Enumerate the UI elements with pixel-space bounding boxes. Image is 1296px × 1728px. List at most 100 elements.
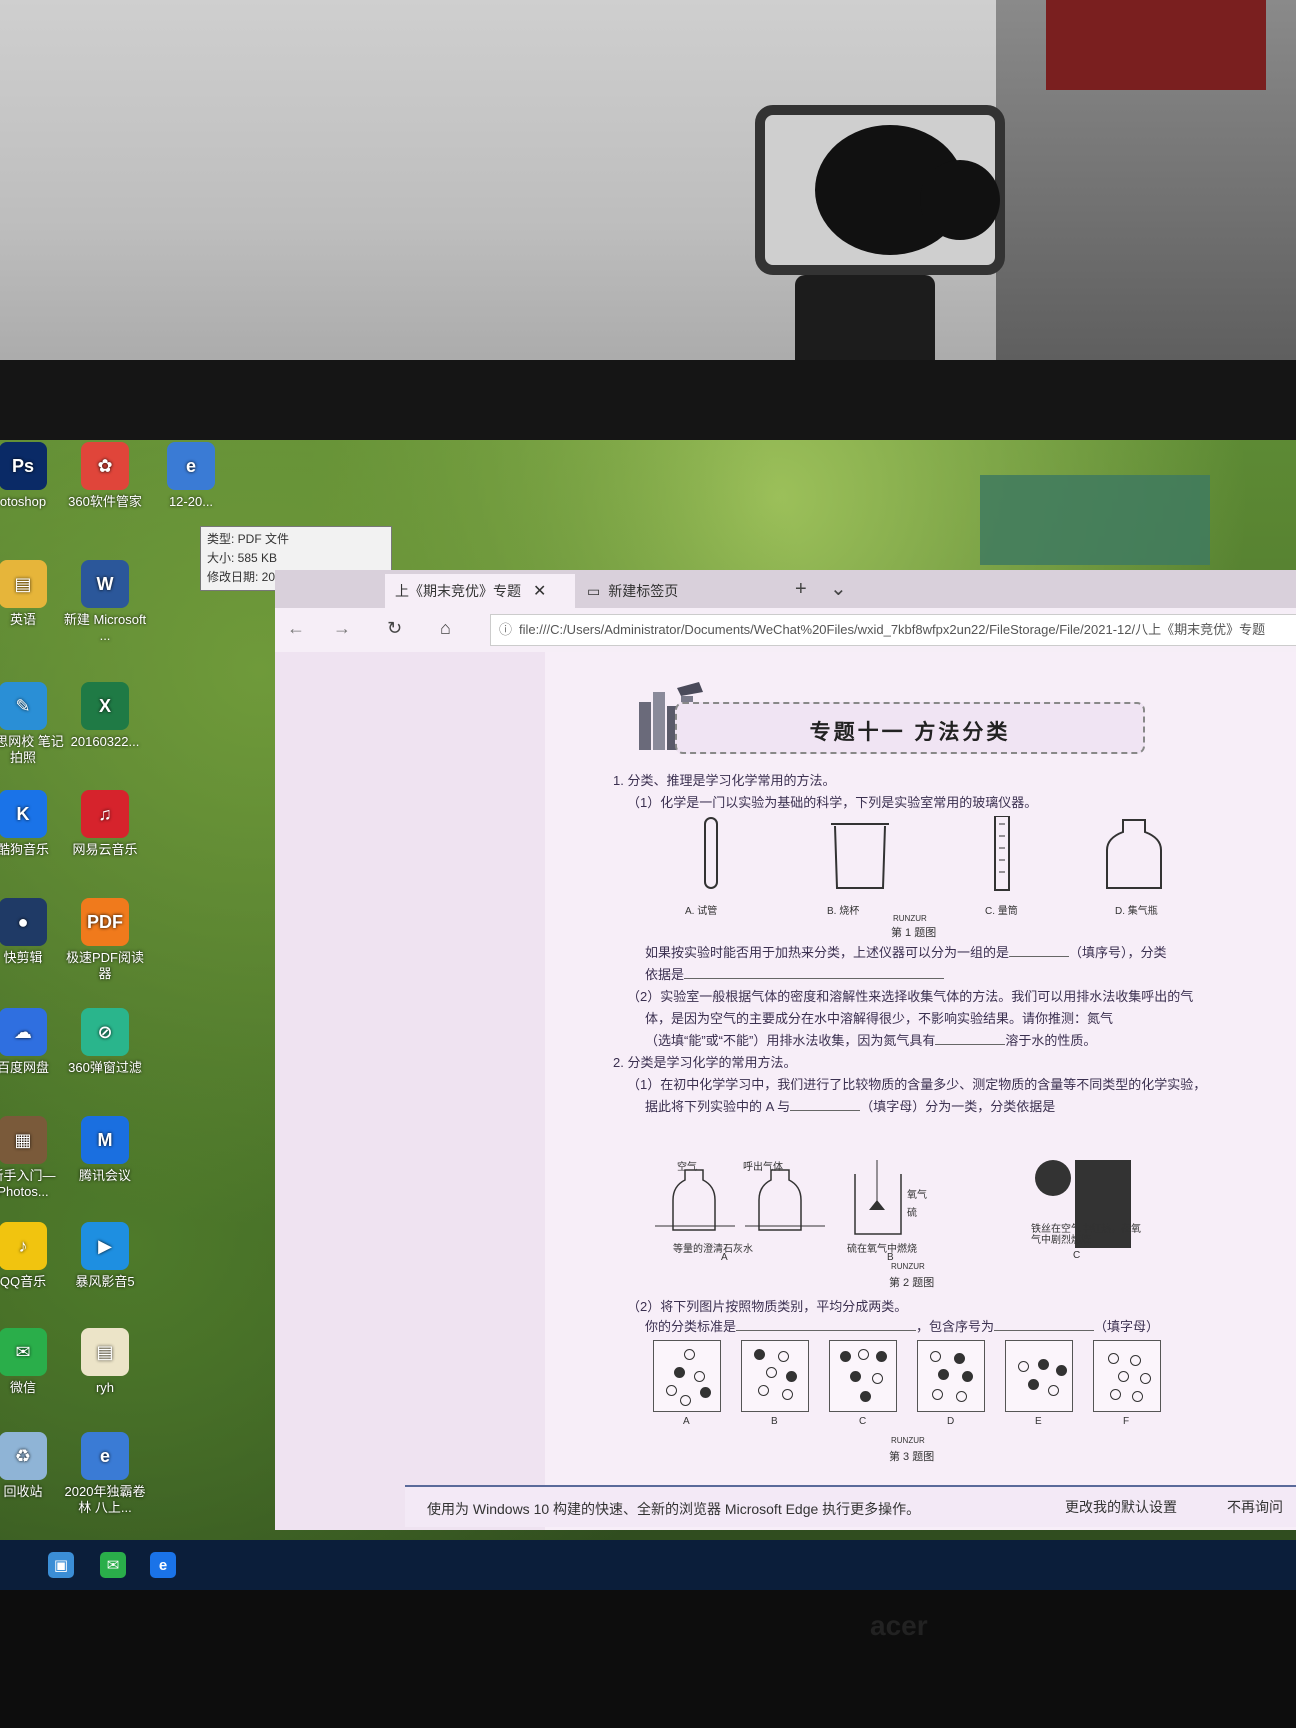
particle-box-label: B	[771, 1416, 778, 1427]
q2-1-line-b: 据此将下列实验中的 A 与 （填字母）分为一类，分类依据是	[645, 1098, 1055, 1116]
atom-filled	[850, 1371, 861, 1382]
app-icon: e	[167, 442, 215, 490]
atom-filled	[962, 1371, 973, 1382]
atom-filled	[876, 1351, 887, 1362]
desktop-icon[interactable]: ✎ 而思网校 笔记拍照	[0, 682, 66, 766]
desktop-icon-label: 快剪辑	[3, 950, 43, 965]
desktop-icon[interactable]: K 酷狗音乐	[0, 790, 66, 858]
desktop-icon[interactable]: ♪ QQ音乐	[0, 1222, 66, 1290]
new-tab-button[interactable]: +	[795, 578, 807, 601]
app-icon: PDF	[81, 898, 129, 946]
desktop-icon[interactable]: X 20160322...	[62, 682, 148, 750]
desktop-icon-label: 百度网盘	[0, 1060, 49, 1075]
desktop-icon[interactable]: W 新建 Microsoft ...	[62, 560, 148, 644]
pdf-page: 专题十一 方法分类 1. 分类、推理是学习化学常用的方法。 （1）化学是一门以实…	[545, 652, 1296, 1530]
desktop-icon[interactable]: e 2020年独霸卷林 八上...	[62, 1432, 148, 1516]
app-icon: ▤	[0, 560, 47, 608]
atom-filled	[1056, 1365, 1067, 1376]
desktop-icon-label: 回收站	[3, 1484, 43, 1499]
desktop-icon-label: 而思网校 笔记拍照	[0, 734, 64, 765]
atom-hollow	[1140, 1373, 1151, 1384]
desktop-icon[interactable]: ▶ 暴风影音5	[62, 1222, 148, 1290]
monitor-brand: acer	[870, 1610, 928, 1641]
desktop-icon[interactable]: ▤ 英语	[0, 560, 66, 628]
desktop-icon-label: 2020年独霸卷林 八上...	[64, 1484, 146, 1515]
desktop-icon[interactable]: Ps otoshop	[0, 442, 66, 510]
wallpaper-bench	[980, 475, 1210, 565]
tab-menu-icon[interactable]: ⌄	[830, 576, 847, 601]
tab-pdf[interactable]: 上《期末竞优》专题 ✕	[385, 574, 575, 608]
q2-1-line-a: （1）在初中化学学习中，我们进行了比较物质的含量多少、测定物质的含量等不同类型的…	[627, 1077, 1207, 1092]
desktop-icon[interactable]: ▤ ryh	[62, 1328, 148, 1396]
desktop-icon-label: 360软件管家	[68, 494, 142, 509]
label-test-tube: A. 试管	[685, 906, 718, 917]
pdf-viewer[interactable]: 专题十一 方法分类 1. 分类、推理是学习化学常用的方法。 （1）化学是一门以实…	[275, 652, 1296, 1530]
red-shelf	[1046, 0, 1266, 90]
atom-hollow	[694, 1371, 705, 1382]
desktop-icon[interactable]: e 12-20...	[148, 442, 234, 510]
explorer-icon[interactable]: ▣	[48, 1552, 74, 1578]
forward-button[interactable]: →	[333, 618, 351, 639]
app-icon: ▤	[81, 1328, 129, 1376]
particle-box-label: E	[1035, 1416, 1042, 1427]
atom-filled	[1038, 1359, 1049, 1370]
q2-2-text-d: （填字母）	[1094, 1319, 1160, 1334]
tab-new[interactable]: ▭ 新建标签页	[577, 574, 787, 608]
url-input[interactable]: ⓘ file:///C:/Users/Administrator/Documen…	[490, 614, 1296, 646]
label-fig2-a: 等量的澄清石灰水	[673, 1244, 753, 1255]
q2-2-text-b: 你的分类标准是	[645, 1319, 737, 1334]
app-icon: K	[0, 790, 47, 838]
edge-message: 使用为 Windows 10 构建的快速、全新的浏览器 Microsoft Ed…	[427, 1501, 921, 1517]
atom-filled	[860, 1391, 871, 1402]
desktop-icon[interactable]: ✉ 微信	[0, 1328, 66, 1396]
desktop-icon[interactable]: M 腾讯会议	[62, 1116, 148, 1184]
atom-filled	[954, 1353, 965, 1364]
desktop-icon[interactable]: ▦ 新手入门—Photos...	[0, 1116, 66, 1200]
desktop-icon[interactable]: ⊘ 360弹窗过滤	[62, 1008, 148, 1076]
tab-bar: 上《期末竞优》专题 ✕ ▭ 新建标签页 + ⌄	[275, 570, 1296, 608]
particle-box	[1093, 1340, 1161, 1412]
q2-2-line-b: 你的分类标准是 ，包含序号为 （填字母）	[645, 1318, 1285, 1336]
desktop-icon[interactable]: PDF 极速PDF阅读器	[62, 898, 148, 982]
particle-box	[917, 1340, 985, 1412]
q1-2-text-c: （选填“能”或“不能”）用排水法收集，因为氮气具有	[645, 1033, 936, 1048]
desktop-icon-label: 微信	[9, 1380, 36, 1395]
desktop-icon[interactable]: ✿ 360软件管家	[62, 442, 148, 510]
app-icon: M	[81, 1116, 129, 1164]
desktop-icon[interactable]: ♻ 回收站	[0, 1432, 66, 1500]
label-air: 空气	[677, 1162, 697, 1173]
q1-1-tail: （填序号），分类	[1069, 945, 1167, 960]
refresh-button[interactable]: ↻	[387, 618, 402, 639]
close-icon[interactable]: ✕	[533, 581, 546, 601]
q1-2-line-a: （2）实验室一般根据气体的密度和溶解性来选择收集气体的方法。我们可以用排水法收集…	[627, 989, 1194, 1004]
label-gas-bottle: D. 集气瓶	[1115, 906, 1158, 917]
desktop-icon[interactable]: ♫ 网易云音乐	[62, 790, 148, 858]
particle-box	[1005, 1340, 1073, 1412]
address-bar-row: ← → ↻ ⌂ ⓘ file:///C:/Users/Administrator…	[275, 608, 1296, 652]
label-cylinder: C. 量筒	[985, 906, 1018, 917]
label-oxygen: 氧气	[907, 1190, 927, 1201]
app-icon: W	[81, 560, 129, 608]
label-beaker: B. 烧杯	[827, 906, 860, 917]
fig-1-brand: RUNZUR	[893, 914, 927, 923]
particle-box	[829, 1340, 897, 1412]
screen: Ps otoshop ✿ 360软件管家 e 12-20... ▤ 英语 W 新建 Microso…	[0, 440, 1296, 1590]
back-button[interactable]: ←	[287, 618, 305, 639]
desktop-icon[interactable]: ☁ 百度网盘	[0, 1008, 66, 1076]
tooltip-type: 类型: PDF 文件	[207, 532, 290, 546]
wechat-icon[interactable]: ✉	[100, 1552, 126, 1578]
particle-box-label: F	[1123, 1416, 1130, 1427]
dont-ask-button[interactable]: 不再询问	[1227, 1497, 1283, 1517]
question-1-1: （1）化学是一门以实验为基础的科学，下列是实验室常用的玻璃仪器。	[627, 795, 1038, 810]
q1-1-line-b: 依据是	[645, 966, 945, 984]
page-icon: ▭	[587, 582, 601, 599]
home-button[interactable]: ⌂	[440, 618, 451, 639]
atom-hollow	[930, 1351, 941, 1362]
browser-window: 上《期末竞优》专题 ✕ ▭ 新建标签页 + ⌄ ← → ↻ ⌂ ⓘ file:/…	[275, 570, 1296, 1530]
edge-icon[interactable]: e	[150, 1552, 176, 1578]
desktop-icon[interactable]: ● 快剪辑	[0, 898, 66, 966]
atom-filled	[840, 1351, 851, 1362]
change-defaults-button[interactable]: 更改我的默认设置	[1065, 1497, 1177, 1517]
app-icon: Ps	[0, 442, 47, 490]
atom-hollow	[782, 1389, 793, 1400]
